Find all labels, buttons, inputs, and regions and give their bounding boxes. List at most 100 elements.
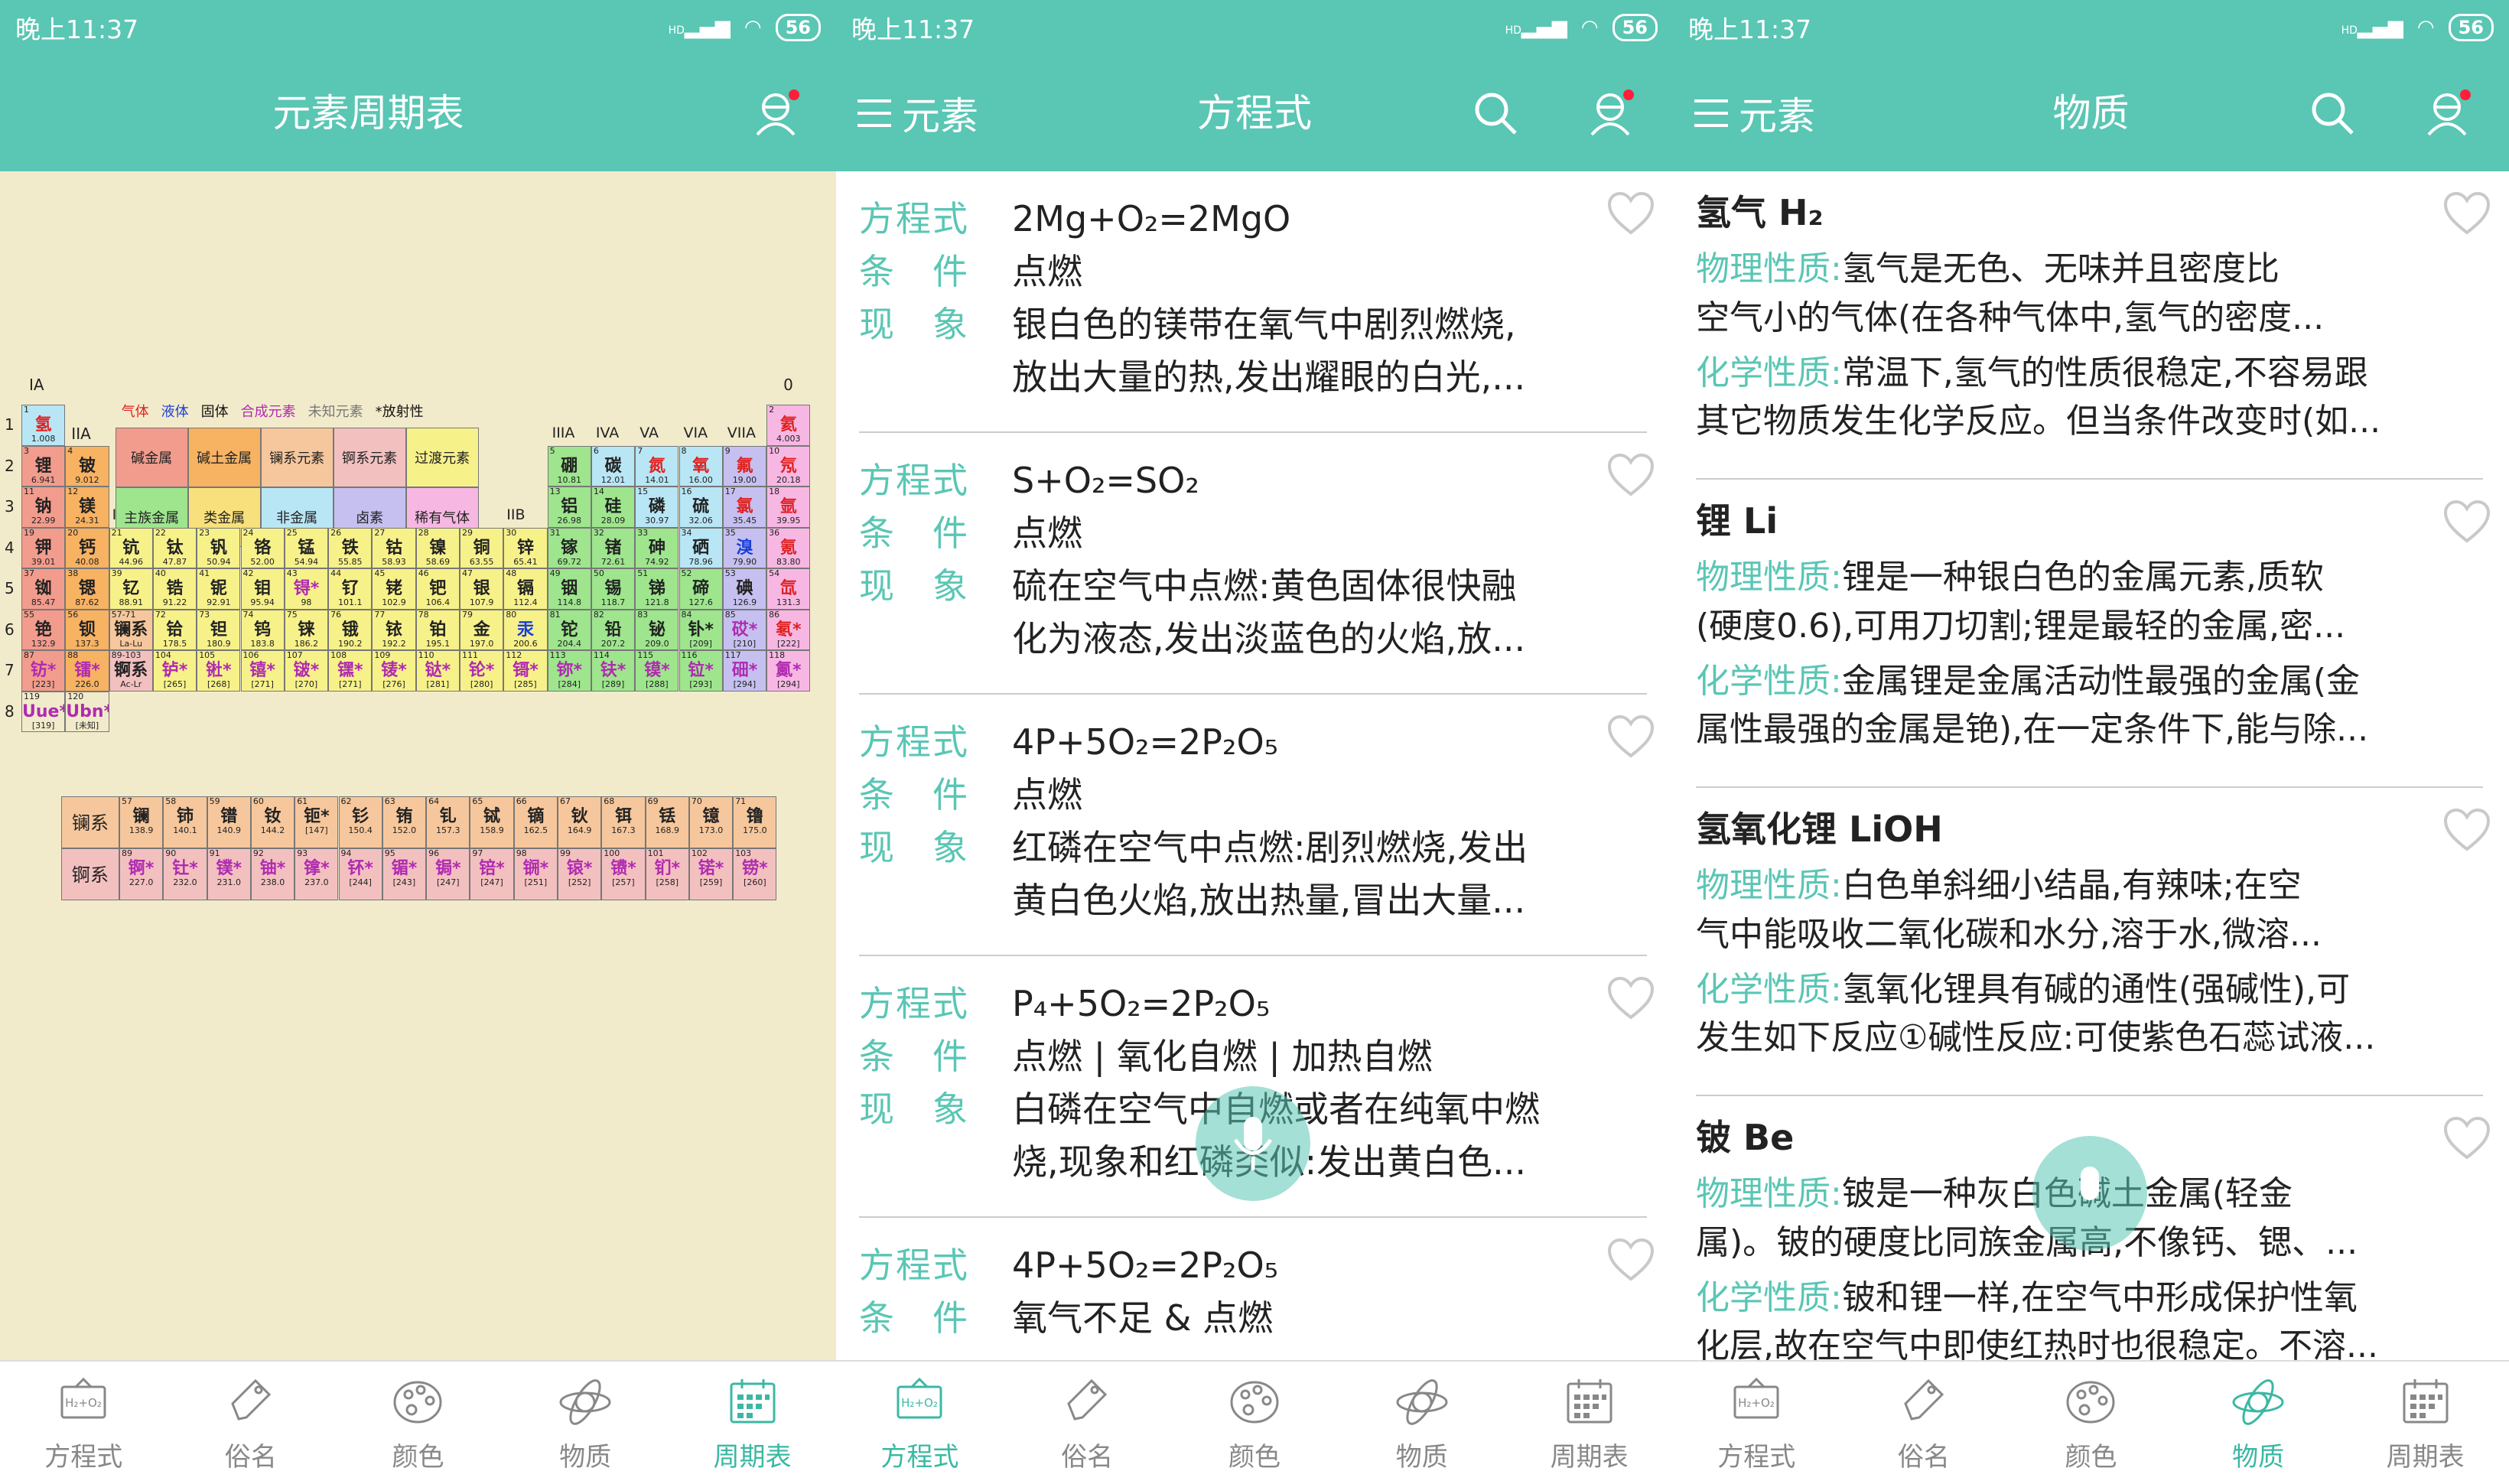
element-cell[interactable]: 66 镝 162.5 [513,796,558,848]
nav-tab-3[interactable]: 物质 [502,1362,669,1484]
element-cell[interactable]: 30 锌 65.41 [503,527,548,568]
element-cell[interactable]: 67 钬 164.9 [558,796,602,848]
element-cell[interactable]: 65 铽 158.9 [470,796,514,848]
favorite-heart-icon[interactable] [2443,500,2491,544]
element-cell[interactable]: 53 碘 126.9 [722,568,767,610]
nav-tab-4[interactable]: 周期表 [669,1362,836,1484]
element-cell[interactable]: 73 钽 180.9 [197,609,241,650]
element-cell[interactable]: 101 钔* [258] [645,848,689,900]
element-cell[interactable]: 21 钪 44.96 [109,527,153,568]
element-cell[interactable]: 33 砷 74.92 [635,527,679,568]
element-cell[interactable]: 35 溴 79.90 [722,527,767,568]
element-cell[interactable]: 92 铀* 238.0 [250,848,295,900]
element-cell[interactable]: 1 氢 1.008 [21,405,66,446]
element-cell[interactable]: 52 碲 127.6 [679,568,723,610]
equation-card[interactable]: 方程式 4P+5O₂=2P₂O₅ 条 件 点燃现 象 红磷在空气中点燃:剧烈燃烧,发出黄… [859,695,1655,956]
favorite-heart-icon[interactable] [1607,976,1655,1020]
element-cell[interactable]: 46 钯 106.4 [415,568,460,610]
element-cell[interactable]: 59 镨 140.9 [207,796,251,848]
element-cell[interactable]: 112 鿔* [285] [503,650,548,692]
element-cell[interactable]: 93 镎* 237.0 [295,848,339,900]
nav-tab-1[interactable]: 俗名 [168,1362,335,1484]
element-cell[interactable]: 42 钼 95.94 [240,568,285,610]
element-cell[interactable]: 9 氟 19.00 [722,445,767,487]
nav-tab-2[interactable]: 颜色 [334,1362,502,1484]
nav-tab-4[interactable]: 周期表 [2341,1362,2509,1484]
element-cell[interactable]: 89 锕* 227.0 [119,848,164,900]
element-cell[interactable]: 78 铂 195.1 [415,609,460,650]
element-cell[interactable]: 72 铪 178.5 [152,609,197,650]
element-cell[interactable]: 74 钨 183.8 [240,609,285,650]
element-cell[interactable]: 27 钴 58.93 [372,527,416,568]
element-cell[interactable]: 22 钛 47.87 [152,527,197,568]
element-cell[interactable]: 44 钌 101.1 [328,568,373,610]
element-cell[interactable]: 10 氖 20.18 [766,445,811,487]
element-cell[interactable]: 63 铕 152.0 [382,796,427,848]
element-cell[interactable]: 13 铝 26.98 [547,487,591,528]
element-cell[interactable]: 12 镁 24.31 [65,487,109,528]
nav-tab-2[interactable]: 颜色 [1171,1362,1339,1484]
element-cell[interactable]: 43 锝* 98 [284,568,329,610]
element-cell[interactable]: 86 氡* [222] [766,609,811,650]
element-cell[interactable]: 57-71 镧系 La-Lu [109,609,153,650]
element-cell[interactable]: 49 铟 114.8 [547,568,591,610]
equation-card[interactable]: 方程式 2Mg+O₂=2MgO 条 件 点燃现 象 银白色的镁带在氧气中剧烈燃烧, 放出大… [859,171,1655,433]
element-cell[interactable]: 20 钙 40.08 [65,527,109,568]
element-cell[interactable]: 70 镱 173.0 [688,796,734,848]
nav-tab-0[interactable]: H₂+O₂ 方程式 [0,1362,168,1484]
element-cell[interactable]: 32 锗 72.61 [591,527,636,568]
element-cell[interactable]: 98 锎* [251] [513,848,558,900]
element-cell[interactable]: 39 钇 88.91 [109,568,153,610]
element-cell[interactable]: 17 氯 35.45 [722,487,767,528]
favorite-heart-icon[interactable] [2443,1116,2491,1160]
element-cell[interactable]: 69 铥 168.9 [645,796,689,848]
element-cell[interactable]: 109 鿏* [276] [372,650,416,692]
nav-tab-3[interactable]: 物质 [1338,1362,1505,1484]
element-cell[interactable]: 40 锆 91.22 [152,568,197,610]
element-cell[interactable]: 80 汞 200.6 [503,609,548,650]
element-cell[interactable]: 26 铁 55.85 [328,527,373,568]
element-cell[interactable]: 115 镆* [288] [635,650,679,692]
element-cell[interactable]: 25 锰 54.94 [284,527,329,568]
element-cell[interactable]: 19 钾 39.01 [21,527,66,568]
element-cell[interactable]: 60 钕 144.2 [250,796,295,848]
element-cell[interactable]: 100 镄* [257] [601,848,646,900]
element-cell[interactable]: 24 铬 52.00 [240,527,285,568]
nav-tab-4[interactable]: 周期表 [1505,1362,1673,1484]
element-cell[interactable]: 55 铯 132.9 [21,609,66,650]
search-icon[interactable] [2309,90,2355,136]
element-cell[interactable]: 6 碳 12.01 [591,445,636,487]
equation-card[interactable]: 方程式 4P+5O₂=2P₂O₅ 条 件 氧气不足 & 点燃 [859,1218,1655,1360]
favorite-heart-icon[interactable] [1607,453,1655,497]
element-cell[interactable]: 114 𫓧* [289] [591,650,636,692]
voice-input-button[interactable] [2032,1136,2147,1251]
element-cell[interactable]: 103 铹* [260] [733,848,777,900]
favorite-heart-icon[interactable] [1607,191,1655,236]
element-cell[interactable]: 107 𬭛* [270] [284,650,329,692]
element-cell[interactable]: 57 镧 138.9 [119,796,164,848]
element-cell[interactable]: 85 砹* [210] [722,609,767,650]
element-cell[interactable]: 104 𬬻* [265] [152,650,197,692]
element-cell[interactable]: 117 鿬* [294] [722,650,767,692]
element-cell[interactable]: 37 铷 85.47 [21,568,66,610]
search-icon[interactable] [1473,90,1518,136]
element-cell[interactable]: 76 锇 190.2 [328,609,373,650]
nav-tab-0[interactable]: H₂+O₂ 方程式 [836,1362,1004,1484]
element-cell[interactable]: 48 镉 112.4 [503,568,548,610]
element-cell[interactable]: 34 硒 78.96 [679,527,723,568]
element-cell[interactable]: 106 𬭳* [271] [240,650,285,692]
substance-card[interactable]: 氢气 H₂ 物理性质:氢气是无色、无味并且密度比 空气小的气体(在各种气体中,氢气的… [1696,171,2491,480]
element-cell[interactable]: 23 钒 50.94 [197,527,241,568]
substance-card[interactable]: 锂 Li 物理性质:锂是一种银白色的金属元素,质软 (硬度0.6),可用刀切割;锂是… [1696,480,2491,788]
nav-tab-1[interactable]: 俗名 [1840,1362,2008,1484]
equation-card[interactable]: 方程式 S+O₂=SO₂ 条 件 点燃现 象 硫在空气中点燃:黄色固体很快融 化为液态,发… [859,433,1655,695]
element-cell[interactable]: 51 锑 121.8 [635,568,679,610]
element-cell[interactable]: 116 𫟷* [293] [679,650,723,692]
element-cell[interactable]: 118 鿫* [294] [766,650,811,692]
element-cell[interactable]: 83 铋 209.0 [635,609,679,650]
element-cell[interactable]: 14 硅 28.09 [591,487,636,528]
element-cell[interactable]: 87 钫* [223] [21,650,66,692]
element-cell[interactable]: 119 Uue* [319] [21,691,66,732]
element-cell[interactable]: 77 铱 192.2 [372,609,416,650]
element-cell[interactable]: 68 铒 167.3 [601,796,646,848]
